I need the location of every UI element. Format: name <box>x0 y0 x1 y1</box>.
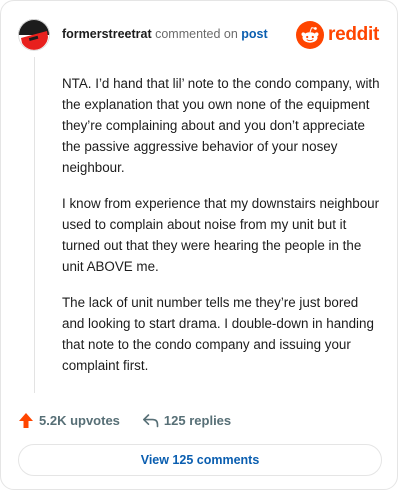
action-text: commented on <box>155 27 238 41</box>
comment-paragraph: NTA. I’d hand that lil’ note to the cond… <box>62 76 380 175</box>
thread-line <box>34 57 35 393</box>
comment-header: formerstreetrat commented on post reddit <box>18 19 379 51</box>
comment-body: NTA. I’d hand that lil’ note to the cond… <box>62 73 382 391</box>
comment-card: formerstreetrat commented on post reddit… <box>0 0 398 490</box>
view-comments-button[interactable]: View 125 comments <box>18 444 382 476</box>
comment-meta: formerstreetrat commented on post <box>62 27 268 41</box>
reply-arrow-icon <box>142 413 159 427</box>
replies-button[interactable]: 125 replies <box>142 413 231 428</box>
reddit-logo[interactable]: reddit <box>296 21 379 49</box>
comment-footer: 5.2K upvotes 125 replies <box>18 409 231 431</box>
username-link[interactable]: formerstreetrat <box>62 27 152 41</box>
avatar[interactable] <box>18 19 50 51</box>
reddit-wordmark: reddit <box>328 24 379 45</box>
comment-paragraph: I know from experience that my downstair… <box>62 196 380 274</box>
post-link[interactable]: post <box>241 27 267 41</box>
reply-count: 125 replies <box>163 412 232 428</box>
reddit-snoo-icon <box>296 21 325 49</box>
upvote-button[interactable]: 5.2K upvotes <box>18 412 120 429</box>
upvote-count: 5.2K upvotes <box>39 412 120 428</box>
comment-paragraph: The lack of unit number tells me they’re… <box>62 295 374 373</box>
upvote-arrow-icon <box>19 412 33 428</box>
avatar-icon <box>18 19 50 51</box>
